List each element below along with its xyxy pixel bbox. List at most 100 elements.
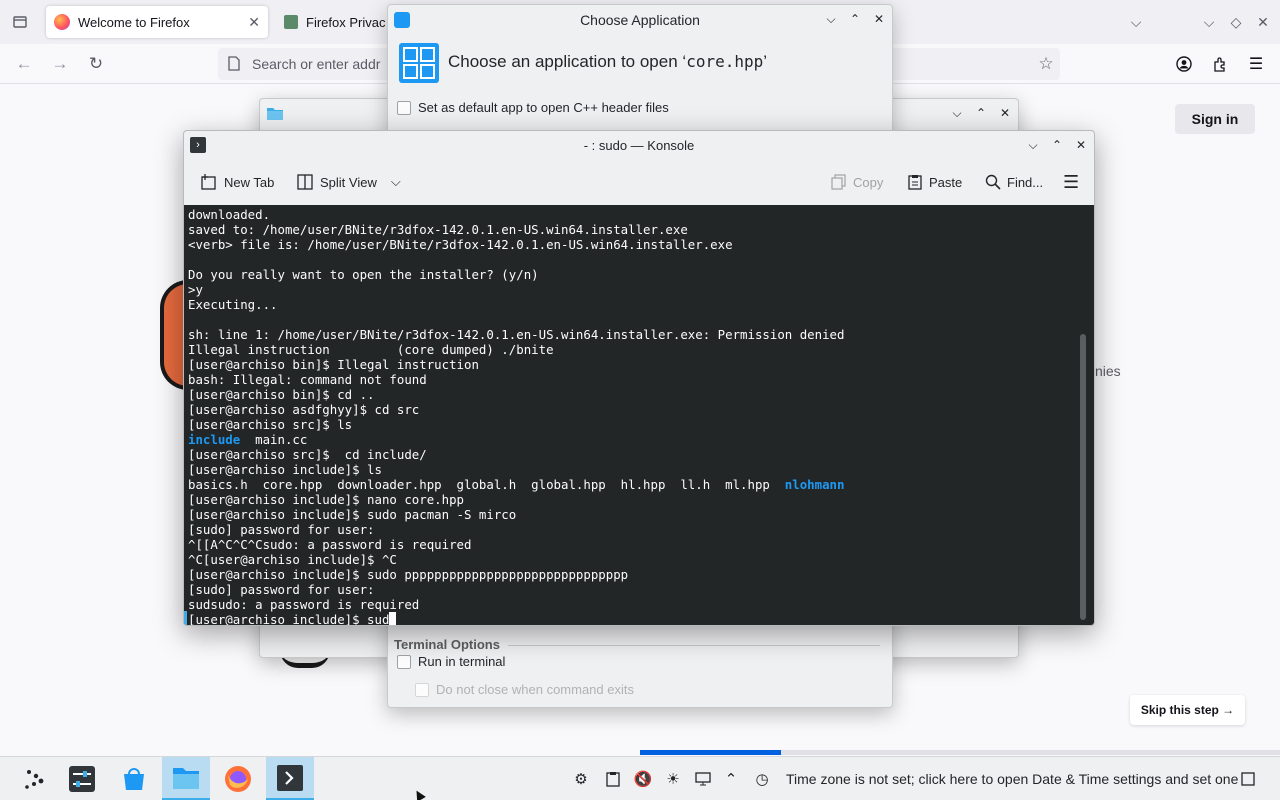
onboarding-partial-text: nies [1095,363,1121,379]
close-icon[interactable]: ✕ [998,106,1012,120]
back-arrow-icon[interactable]: ← [12,52,36,76]
show-desktop-icon[interactable] [1236,757,1260,800]
reload-icon[interactable]: ↻ [84,52,108,76]
tab-firefox-privacy[interactable]: Firefox Privac [276,6,396,38]
konsole-window-buttons: ⌵ ⌃ ✕ [1026,131,1088,159]
bookmark-star-icon[interactable]: ☆ [1034,52,1058,76]
terminal-text: ^C[user@archiso include]$ ^C [188,552,397,567]
terminal-scrollbar[interactable] [1080,334,1086,620]
new-tab-button[interactable]: New Tab [200,159,274,205]
forward-arrow-icon[interactable]: → [48,52,72,76]
terminal-line: [user@archiso src]$ ls [188,417,1094,432]
volume-muted-icon[interactable]: 🔇 [631,757,655,800]
terminal-text: saved to: /home/user/BNite/r3dfox-142.0.… [188,222,688,237]
privacy-favicon-icon [284,15,298,29]
konsole-titlebar: › - : sudo — Konsole ⌵ ⌃ ✕ [184,131,1094,159]
konsole-title: - : sudo — Konsole [583,137,695,153]
default-app-checkbox[interactable] [397,100,411,115]
directory-name: nlohmann [784,477,845,492]
terminal-line: [sudo] password for user: [188,582,1094,597]
discover-store-icon[interactable] [110,757,158,800]
kdeconnect-icon[interactable]: ⚙ [569,757,593,800]
do-not-close-option: Do not close when command exits [415,682,634,697]
kde-app-icon [394,12,410,28]
firefox-favicon-icon [54,14,70,30]
clipboard-icon[interactable] [601,757,625,800]
timezone-notice[interactable]: Time zone is not set; click here to open… [786,757,1238,800]
page-icon [228,56,240,74]
terminal-line: [user@archiso bin]$ cd .. [188,387,1094,402]
account-icon[interactable] [1172,52,1196,76]
system-settings-icon[interactable] [58,757,106,800]
konsole-taskbar-icon[interactable] [266,757,314,800]
list-all-tabs-icon[interactable]: ⌵ [1197,10,1221,34]
minimize-icon[interactable]: ⌵ [950,106,964,120]
terminal-line: [user@archiso include]$ nano core.hpp [188,492,1094,507]
terminal-line: <verb> file is: /home/user/BNite/r3dfox-… [188,237,1094,252]
terminal-text: basics.h core.hpp downloader.hpp global.… [188,477,785,492]
run-in-terminal-checkbox[interactable] [397,654,411,669]
sign-in-button[interactable]: Sign in [1175,104,1255,134]
terminal-line: >y [188,282,1094,297]
terminal-line: [user@archiso src]$ cd include/ [188,447,1094,462]
hamburger-menu-icon[interactable]: ☰ [1244,52,1268,76]
tab-title: Firefox Privac [306,14,386,30]
terminal-line: [user@archiso include]$ sudo ppppppppppp… [188,567,1094,582]
tray-expand-icon[interactable]: ⌃ [719,757,743,800]
terminal-line: ^[[A^C^C^Csudo: a password is required [188,537,1094,552]
split-view-button[interactable]: Split View ⌵ [296,159,401,205]
terminal-text: [user@archiso src]$ cd include/ [188,447,427,462]
chevron-down-icon[interactable]: ⌵ [1124,10,1148,34]
terminal-line: [user@archiso bin]$ Illegal instruction [188,357,1094,372]
extensions-icon[interactable] [1208,52,1232,76]
maximize-icon[interactable]: ⌃ [1050,138,1064,152]
run-in-terminal-option[interactable]: Run in terminal [397,654,505,669]
close-window-icon[interactable]: ✕ [1251,10,1275,34]
terminal-text: main.cc [240,432,308,447]
terminal-line: basics.h core.hpp downloader.hpp global.… [188,477,1094,492]
minimize-icon[interactable]: ⌵ [824,12,838,26]
default-app-option[interactable]: Set as default app to open C++ header fi… [397,100,669,115]
brightness-icon[interactable]: ☀ [661,757,685,800]
terminal-text: [user@archiso include]$ nano core.hpp [188,492,465,507]
open-with-icon [398,42,440,84]
application-launcher-icon[interactable] [10,757,58,800]
close-icon[interactable]: ✕ [872,12,886,26]
terminal-cursor [389,612,397,625]
paste-button[interactable]: Paste [907,159,962,205]
firefox-view-icon[interactable] [8,10,32,34]
dolphin-file-manager-icon[interactable] [162,757,210,800]
terminal-line: [user@archiso include]$ ls [188,462,1094,477]
terminal-line: bash: Illegal: command not found [188,372,1094,387]
skip-this-step-button[interactable]: Skip this step → [1130,695,1245,725]
terminal-text: sh: line 1: /home/user/BNite/r3dfox-142.… [188,327,845,342]
close-tab-icon[interactable]: ✕ [248,14,260,31]
close-icon[interactable]: ✕ [1074,138,1088,152]
terminal-output[interactable]: downloaded. saved to: /home/user/BNite/r3… [184,205,1094,625]
maximize-icon[interactable]: ⌃ [848,12,862,26]
diamond-icon[interactable]: ◇ [1224,10,1248,34]
firefox-taskbar-icon[interactable] [214,757,262,800]
konsole-toolbar: New Tab Split View ⌵ Copy Paste Find... … [184,159,1094,205]
heading-prefix: Choose an application to open ‘ [448,52,687,71]
paste-label: Paste [929,174,963,190]
choose-application-titlebar: Choose Application ⌵ ⌃ ✕ [388,5,892,35]
display-icon[interactable] [691,757,715,800]
folder-icon [266,105,284,124]
heading-suffix: ’ [763,52,768,71]
maximize-icon[interactable]: ⌃ [974,106,988,120]
terminal-text: Executing... [188,297,278,312]
taskbar: ⚙ 🔇 ☀ ⌃ ◷ Time zone is not set; click he… [0,756,1280,800]
terminal-text: bash: Illegal: command not found [188,372,427,387]
minimize-icon[interactable]: ⌵ [1026,138,1040,152]
tab-welcome-to-firefox[interactable]: Welcome to Firefox ✕ [46,6,268,38]
clock-alert-icon[interactable]: ◷ [750,757,774,800]
dialog-heading: Choose an application to open ‘core.hpp’ [448,52,767,72]
find-button[interactable]: Find... [985,159,1043,205]
terminal-text: [user@archiso src]$ ls [188,417,353,432]
terminal-text: [user@archiso bin]$ Illegal instruction [188,357,479,372]
heading-filename: core.hpp [686,52,764,71]
terminal-text: Illegal instruction (core dumped) ./bnit… [188,342,554,357]
chevron-down-icon[interactable]: ⌵ [391,174,401,190]
hamburger-menu-icon[interactable]: ☰ [1063,159,1079,205]
